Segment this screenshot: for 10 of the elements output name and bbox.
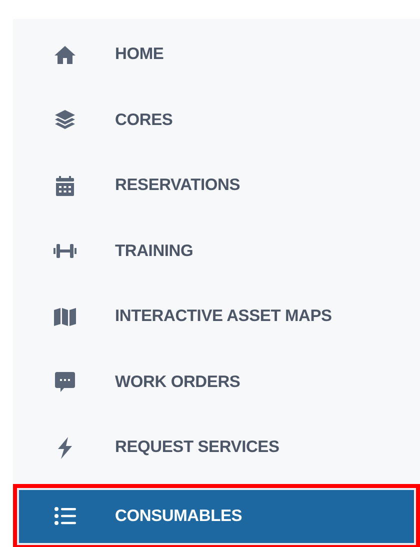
menu-item[interactable]: CORES	[13, 88, 420, 153]
menu-item[interactable]: CONSUMABLES	[13, 484, 420, 547]
menu-item[interactable]: REQUEST SERVICES	[13, 415, 420, 480]
menu-item[interactable]: RESERVATIONS	[13, 153, 420, 218]
calendar-icon	[53, 174, 77, 198]
menu-item[interactable]: WORK ORDERS	[13, 350, 420, 415]
menu-item[interactable]: INTERACTIVE ASSET MAPS	[13, 284, 420, 350]
menu-item[interactable]: TRAINING	[13, 218, 420, 284]
menu-item[interactable]: HOME	[13, 22, 420, 88]
chat-bubble-icon	[53, 370, 77, 394]
